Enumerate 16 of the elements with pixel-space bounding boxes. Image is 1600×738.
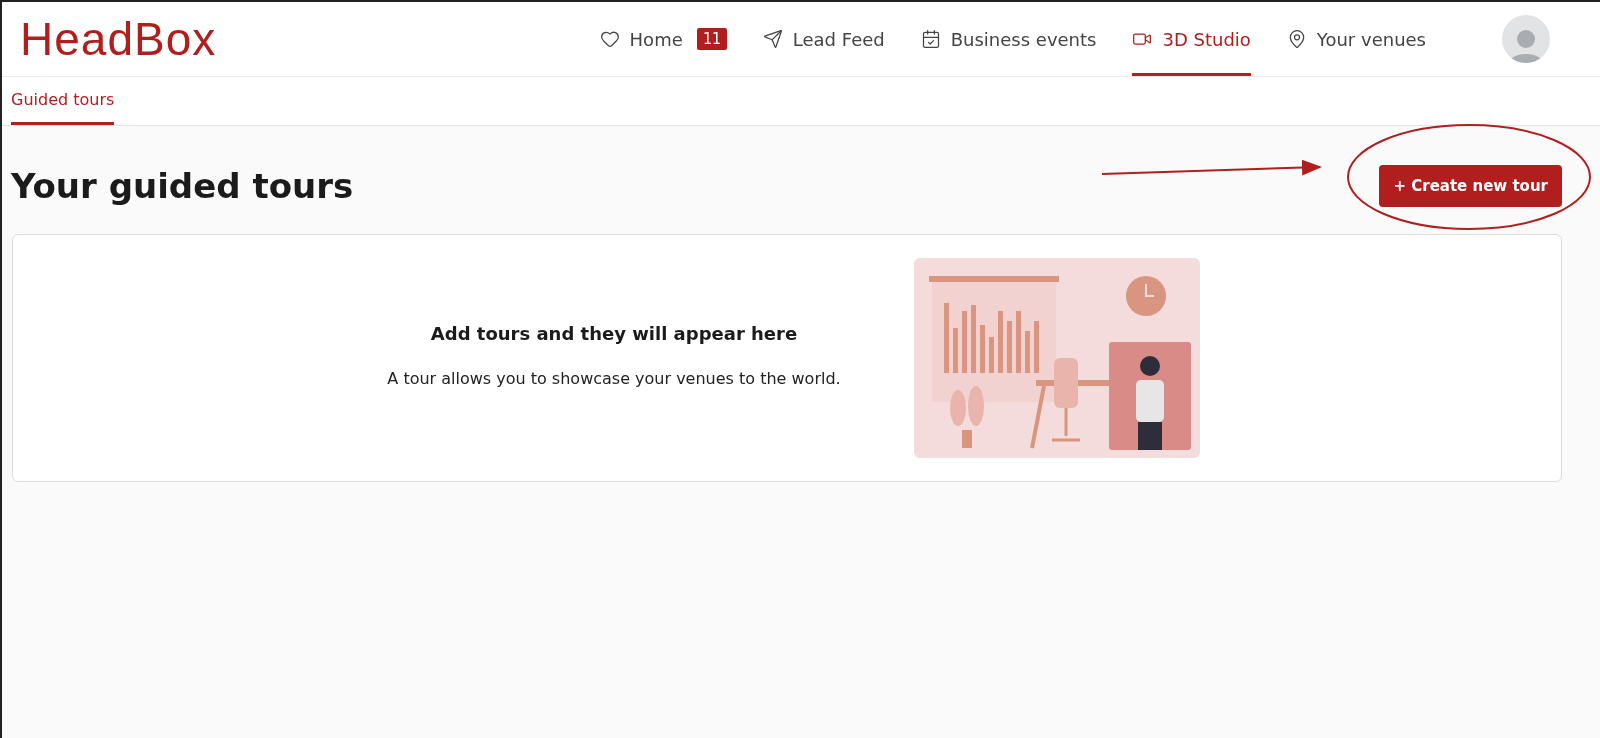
create-tour-button[interactable]: + Create new tour (1379, 165, 1562, 207)
empty-state-text: A tour allows you to showcase your venues to the world. (386, 367, 842, 390)
logo: HeadBox (20, 12, 217, 66)
nav-label: 3D Studio (1162, 28, 1251, 50)
empty-state-heading: Add tours and they will appear here (429, 322, 799, 344)
nav-label: Lead Feed (792, 28, 885, 50)
nav-label: Your venues (1316, 28, 1426, 50)
nav-label: Business events (950, 28, 1097, 50)
page-title: Your guided tours (11, 166, 354, 206)
nav-tab[interactable]: Business events (920, 2, 1097, 76)
nav-tab[interactable]: Home 11 (599, 2, 727, 76)
nav-tab[interactable]: Your venues (1286, 2, 1426, 76)
sub-tab[interactable]: Guided tours (11, 77, 115, 125)
nav-label: Home (629, 28, 683, 50)
notification-count: 11 (696, 28, 727, 50)
nav-tab[interactable]: Lead Feed (762, 2, 885, 76)
